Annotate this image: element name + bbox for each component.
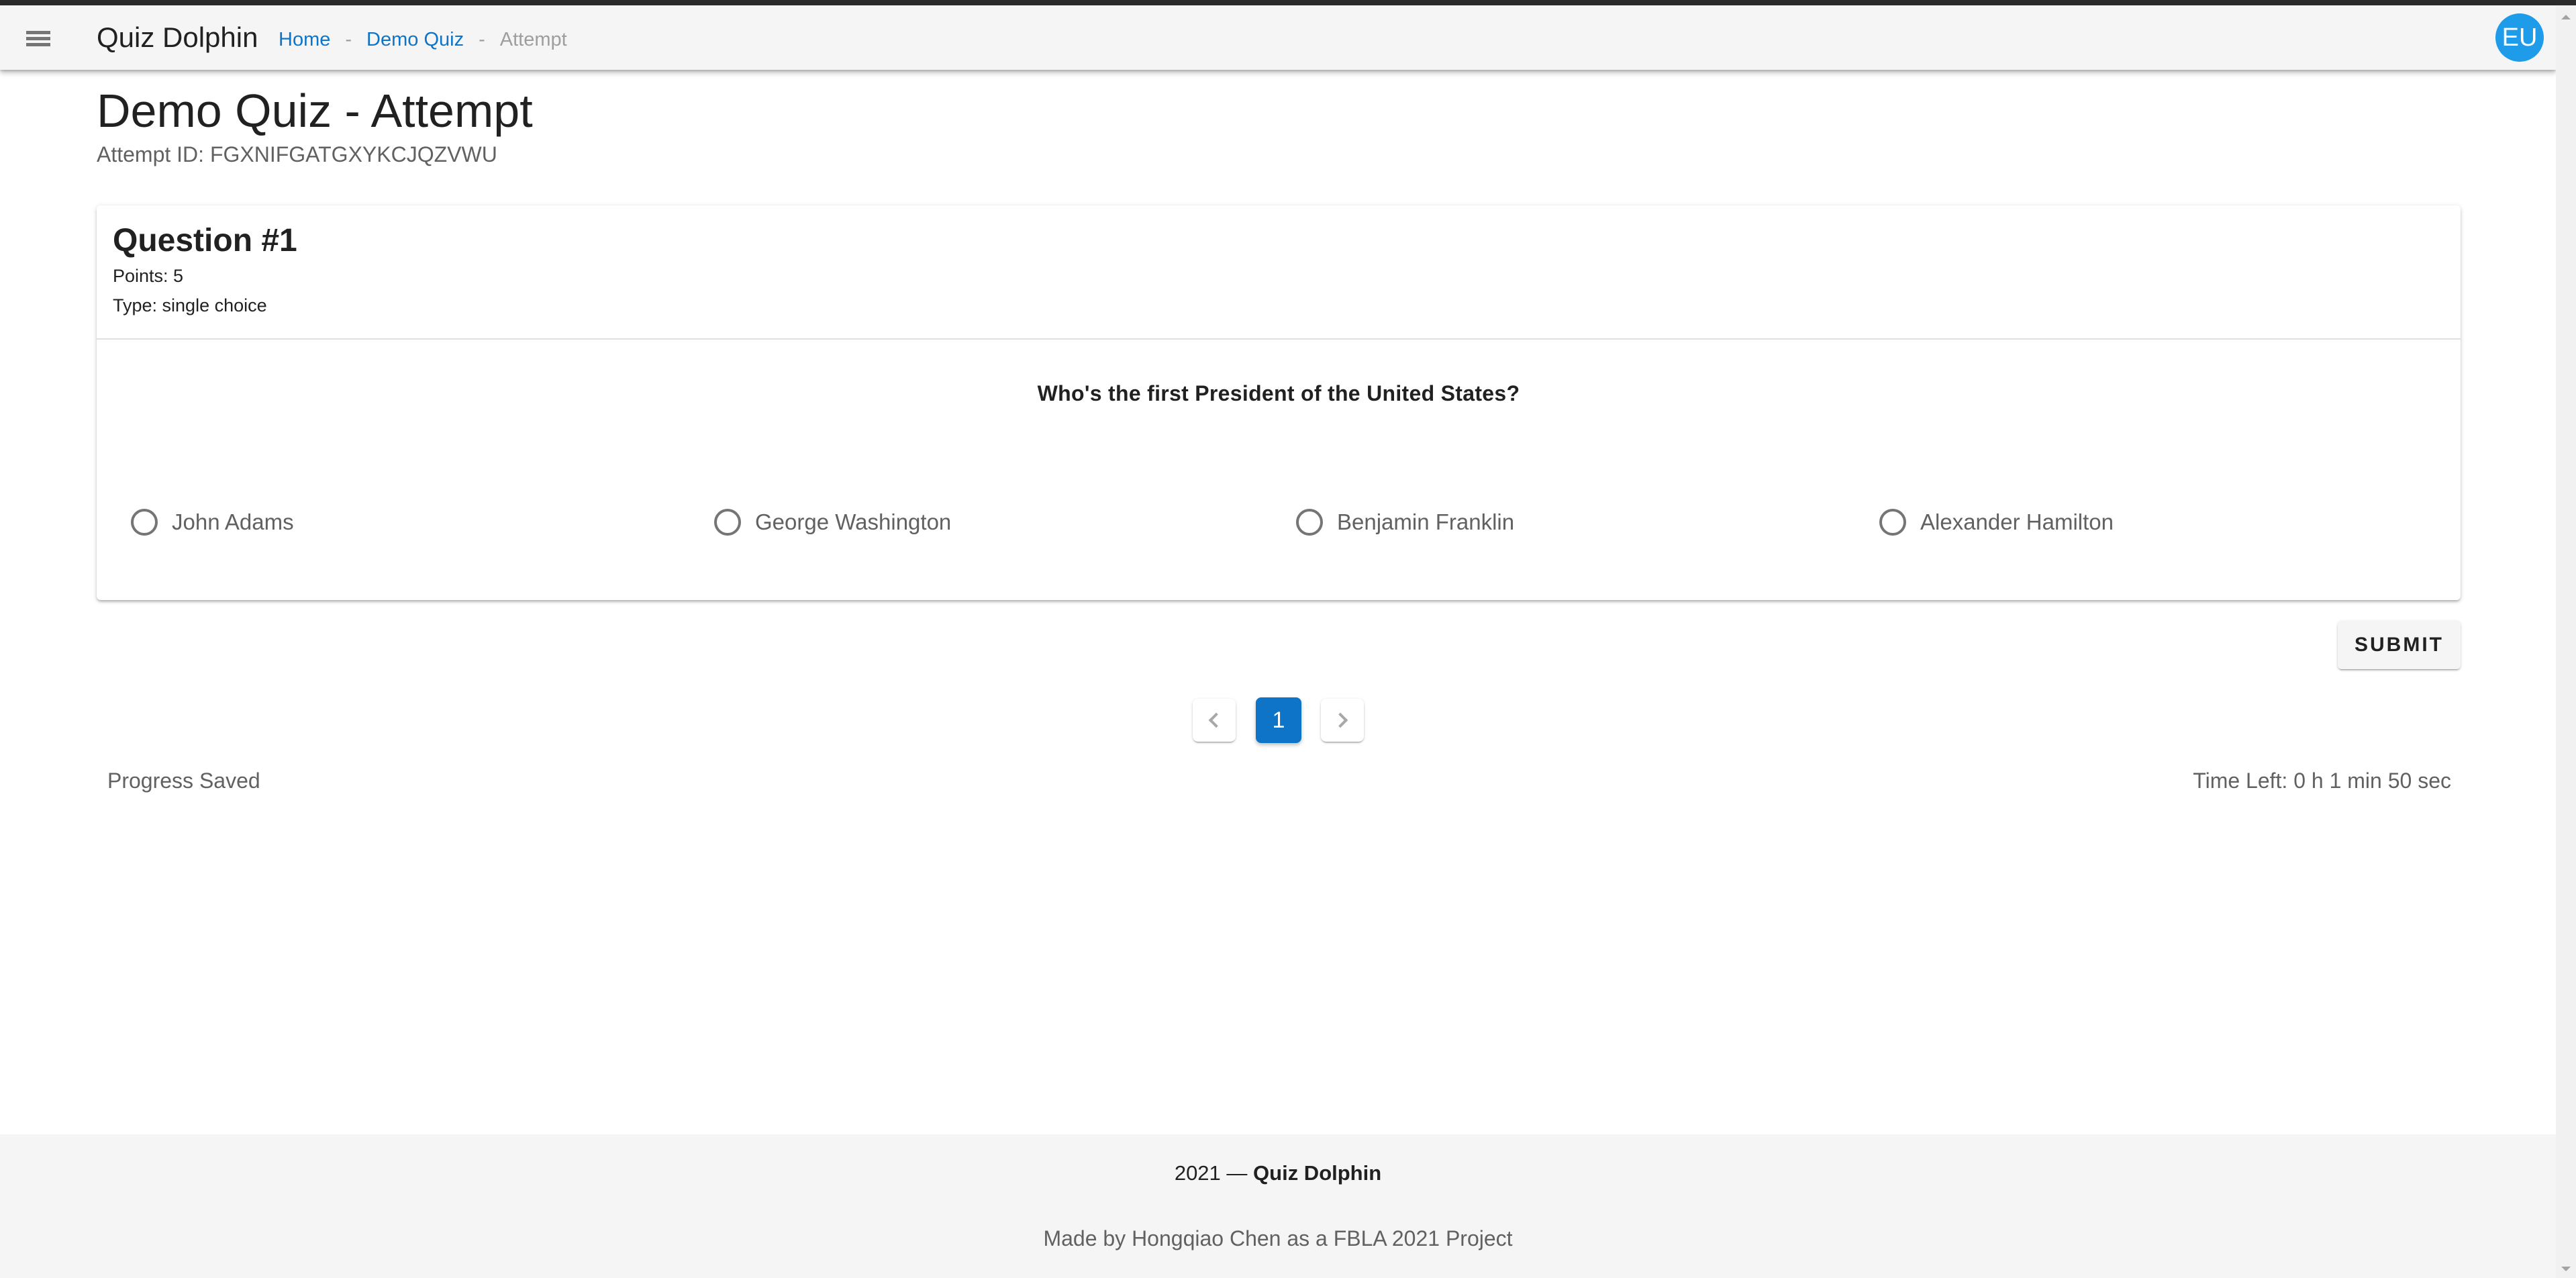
chevron-right-icon: [1332, 712, 1348, 728]
page-scrollbar[interactable]: [2556, 5, 2576, 1278]
scroll-up-arrow-icon[interactable]: [2561, 15, 2571, 19]
answer-options: John Adams George Washington Benjamin Fr…: [97, 505, 2461, 540]
time-left: Time Left: 0 h 1 min 50 sec: [2193, 769, 2451, 793]
option-label: John Adams: [172, 509, 294, 534]
footer-copyright: 2021 — Quiz Dolphin: [0, 1161, 2556, 1185]
chevron-left-icon: [1208, 712, 1224, 728]
footer: 2021 — Quiz Dolphin Made by Hongqiao Che…: [0, 1134, 2556, 1278]
option-label: Benjamin Franklin: [1337, 509, 1515, 534]
question-title: Question #1: [113, 223, 297, 258]
app-bar: Quiz Dolphin Home - Demo Quiz - Attempt …: [0, 5, 2556, 70]
radio-unchecked-icon[interactable]: [1879, 509, 1906, 536]
option-george-washington[interactable]: George Washington: [714, 505, 951, 540]
window-top-strip: [0, 0, 2576, 5]
breadcrumb-attempt: Attempt: [499, 29, 567, 50]
footer-brand: Quiz Dolphin: [1253, 1161, 1382, 1185]
app-title[interactable]: Quiz Dolphin: [97, 21, 258, 54]
radio-unchecked-icon[interactable]: [1296, 509, 1323, 536]
question-text: Who's the first President of the United …: [1037, 381, 1520, 405]
option-label: George Washington: [755, 509, 952, 534]
question-points: Points: 5: [113, 266, 184, 286]
page-title: Demo Quiz - Attempt: [97, 85, 533, 137]
card-divider: [97, 338, 2461, 340]
user-avatar[interactable]: EU: [2495, 13, 2544, 62]
pagination-page-1[interactable]: 1: [1256, 697, 1301, 743]
question-type: Type: single choice: [113, 295, 267, 315]
question-card: Question #1 Points: 5 Type: single choic…: [97, 205, 2461, 600]
breadcrumb-separator: -: [345, 29, 352, 50]
option-alexander-hamilton[interactable]: Alexander Hamilton: [1879, 505, 2114, 540]
footer-year: 2021 —: [1174, 1161, 1254, 1185]
pagination-prev-button[interactable]: [1193, 699, 1236, 742]
breadcrumb-demo-quiz[interactable]: Demo Quiz: [366, 29, 464, 51]
scroll-down-arrow-icon[interactable]: [2561, 1267, 2571, 1271]
option-john-adams[interactable]: John Adams: [131, 505, 294, 540]
option-benjamin-franklin[interactable]: Benjamin Franklin: [1296, 505, 1514, 540]
option-label: Alexander Hamilton: [1920, 509, 2114, 534]
radio-unchecked-icon[interactable]: [714, 509, 741, 536]
menu-button[interactable]: [15, 19, 62, 56]
radio-unchecked-icon[interactable]: [131, 509, 158, 536]
footer-credit: Made by Hongqiao Chen as a FBLA 2021 Pro…: [1043, 1226, 1513, 1250]
submit-button[interactable]: SUBMIT: [2338, 621, 2461, 669]
progress-status: Progress Saved: [107, 769, 260, 793]
breadcrumb-separator: -: [479, 29, 485, 50]
pagination-next-button[interactable]: [1321, 699, 1364, 742]
breadcrumb-home[interactable]: Home: [279, 29, 330, 51]
breadcrumb: Home - Demo Quiz - Attempt: [279, 29, 567, 51]
attempt-id: Attempt ID: FGXNIFGATGXYKCJQZVWU: [97, 142, 497, 166]
